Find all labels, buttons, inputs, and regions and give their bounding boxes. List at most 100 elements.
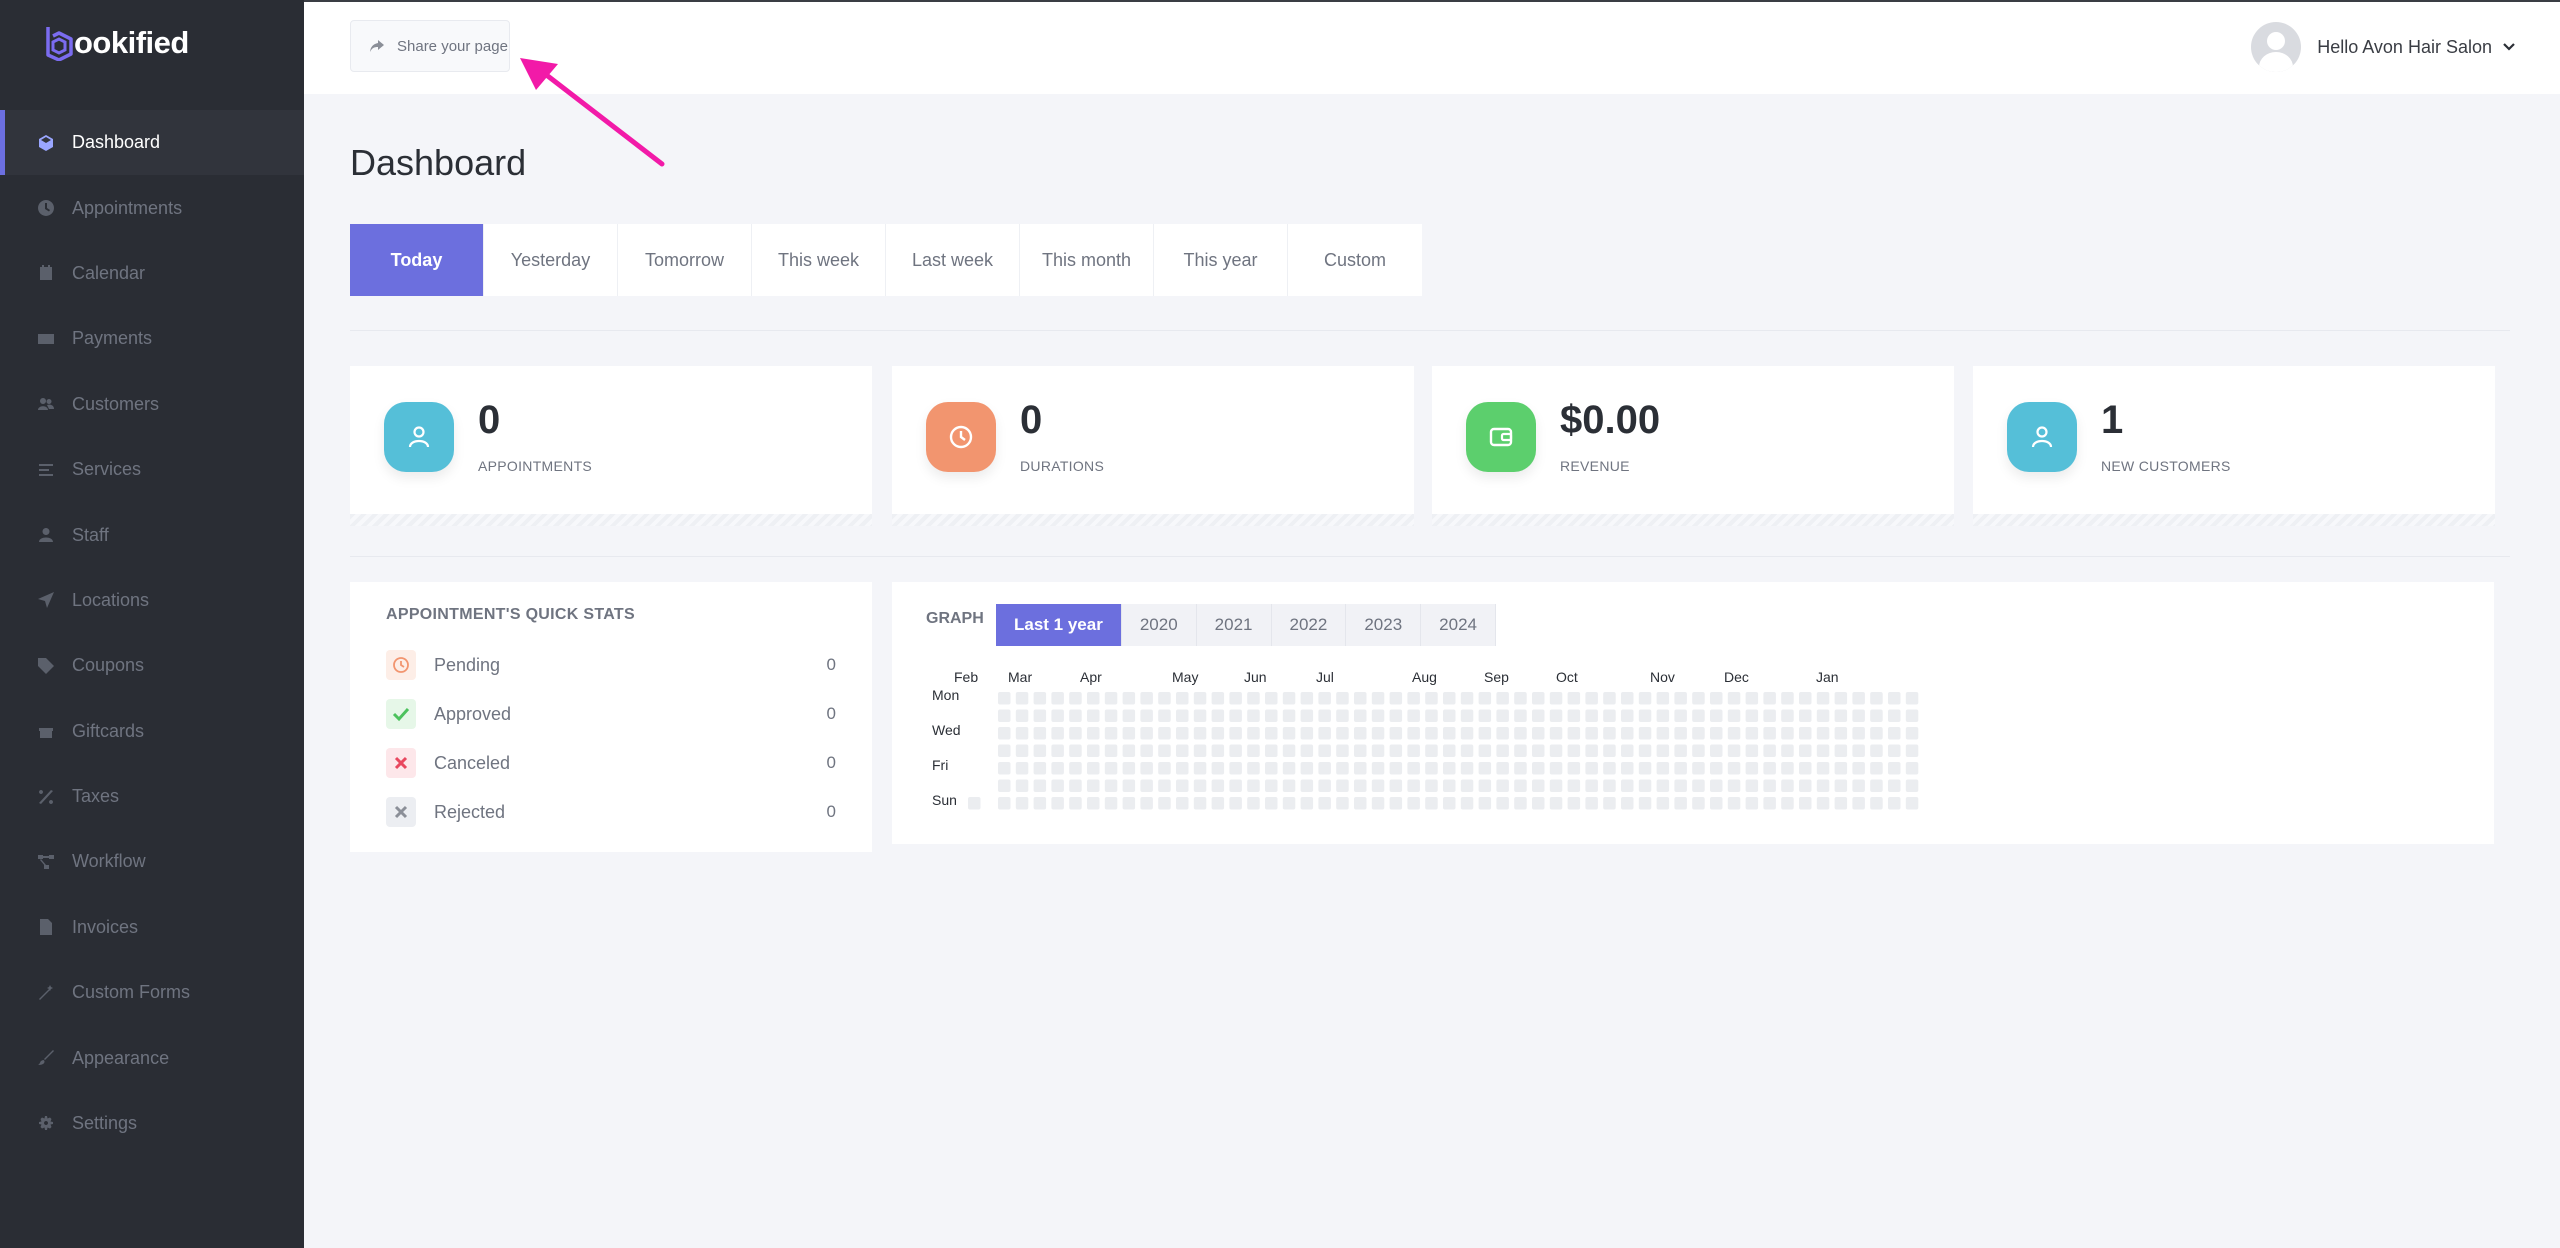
heatmap-cell[interactable]	[1104, 692, 1118, 705]
heatmap-cell[interactable]	[1282, 797, 1296, 810]
heatmap-cell[interactable]	[1638, 779, 1652, 793]
heatmap-cell[interactable]	[1638, 797, 1652, 810]
heatmap-cell[interactable]	[1621, 709, 1634, 723]
heatmap-cell[interactable]	[1318, 744, 1331, 758]
sidebar-item-giftcards[interactable]: Giftcards	[0, 699, 304, 764]
heatmap-cell[interactable]	[1674, 762, 1687, 775]
heatmap-cell[interactable]	[1460, 709, 1474, 723]
heatmap-cell[interactable]	[1692, 709, 1705, 723]
heatmap-cell[interactable]	[1300, 779, 1314, 793]
heatmap-cell[interactable]	[1674, 692, 1687, 705]
heatmap-cell[interactable]	[1514, 762, 1527, 775]
heatmap-cell[interactable]	[1122, 727, 1136, 740]
heatmap-cell[interactable]	[1425, 727, 1438, 740]
heatmap-cell[interactable]	[1193, 727, 1207, 740]
heatmap-cell[interactable]	[1354, 797, 1367, 810]
heatmap-cell[interactable]	[1087, 692, 1100, 705]
heatmap-cell[interactable]	[1193, 797, 1207, 810]
heatmap-cell[interactable]	[1603, 727, 1616, 740]
heatmap-cell[interactable]	[1549, 762, 1563, 775]
heatmap-cell[interactable]	[1300, 692, 1314, 705]
heatmap-cell[interactable]	[1638, 709, 1652, 723]
heatmap-cell[interactable]	[1852, 744, 1865, 758]
heatmap-cell[interactable]	[1104, 709, 1118, 723]
heatmap-cell[interactable]	[1549, 727, 1563, 740]
heatmap-cell[interactable]	[1496, 762, 1509, 775]
heatmap-cell[interactable]	[1603, 779, 1616, 793]
heatmap-cell[interactable]	[1870, 727, 1883, 740]
heatmap-cell[interactable]	[1122, 779, 1136, 793]
heatmap-cell[interactable]	[1069, 727, 1082, 740]
heatmap-cell[interactable]	[1496, 692, 1509, 705]
heatmap-cell[interactable]	[1888, 727, 1901, 740]
heatmap-cell[interactable]	[1549, 692, 1563, 705]
heatmap-cell[interactable]	[1336, 727, 1349, 740]
heatmap-cell[interactable]	[1496, 744, 1509, 758]
heatmap-cell[interactable]	[1247, 744, 1260, 758]
heatmap-cell[interactable]	[1603, 692, 1616, 705]
heatmap-cell[interactable]	[1371, 744, 1385, 758]
heatmap-cell[interactable]	[1727, 762, 1741, 775]
heatmap-cell[interactable]	[1745, 727, 1759, 740]
heatmap-cell[interactable]	[1087, 744, 1100, 758]
heatmap-cell[interactable]	[1087, 779, 1100, 793]
heatmap-cell[interactable]	[1211, 779, 1225, 793]
heatmap-cell[interactable]	[1425, 744, 1438, 758]
heatmap-cell[interactable]	[1834, 709, 1848, 723]
heatmap-cell[interactable]	[1140, 744, 1153, 758]
heatmap-cell[interactable]	[1229, 744, 1242, 758]
heatmap-cell[interactable]	[1692, 727, 1705, 740]
heatmap-cell[interactable]	[1265, 779, 1278, 793]
heatmap-cell[interactable]	[1051, 744, 1064, 758]
heatmap-cell[interactable]	[1354, 709, 1367, 723]
heatmap-cell[interactable]	[1585, 692, 1598, 705]
heatmap-cell[interactable]	[1478, 797, 1492, 810]
heatmap-cell[interactable]	[1567, 727, 1581, 740]
heatmap-cell[interactable]	[1069, 744, 1082, 758]
heatmap-cell[interactable]	[1585, 797, 1598, 810]
heatmap-cell[interactable]	[1870, 797, 1883, 810]
heatmap-cell[interactable]	[1763, 762, 1776, 775]
heatmap-cell[interactable]	[1763, 692, 1776, 705]
heatmap-cell[interactable]	[1318, 727, 1331, 740]
heatmap-cell[interactable]	[1158, 692, 1171, 705]
heatmap-cell[interactable]	[1870, 762, 1883, 775]
heatmap-cell[interactable]	[1621, 727, 1634, 740]
heatmap-cell[interactable]	[1407, 779, 1420, 793]
heatmap-cell[interactable]	[1407, 692, 1420, 705]
heatmap-cell[interactable]	[1015, 779, 1029, 793]
heatmap-cell[interactable]	[1282, 744, 1296, 758]
sidebar-item-coupons[interactable]: Coupons	[0, 633, 304, 698]
heatmap-cell[interactable]	[1140, 762, 1153, 775]
sidebar-item-appointments[interactable]: Appointments	[0, 175, 304, 240]
heatmap-cell[interactable]	[1852, 727, 1865, 740]
heatmap-cell[interactable]	[1852, 797, 1865, 810]
heatmap-cell[interactable]	[1282, 762, 1296, 775]
heatmap-cell[interactable]	[1745, 692, 1759, 705]
heatmap-cell[interactable]	[1905, 727, 1919, 740]
heatmap-cell[interactable]	[1549, 797, 1563, 810]
heatmap-cell[interactable]	[1496, 709, 1509, 723]
heatmap-cell[interactable]	[1300, 709, 1314, 723]
heatmap-cell[interactable]	[1389, 709, 1403, 723]
heatmap-cell[interactable]	[1781, 727, 1794, 740]
heatmap-cell[interactable]	[1585, 779, 1598, 793]
heatmap-cell[interactable]	[1727, 779, 1741, 793]
heatmap-cell[interactable]	[1710, 709, 1723, 723]
heatmap-cell[interactable]	[1514, 727, 1527, 740]
heatmap-cell[interactable]	[1354, 744, 1367, 758]
heatmap-cell[interactable]	[1745, 762, 1759, 775]
heatmap-cell[interactable]	[1069, 797, 1082, 810]
heatmap-cell[interactable]	[1336, 709, 1349, 723]
heatmap-cell[interactable]	[1122, 709, 1136, 723]
heatmap-cell[interactable]	[1122, 797, 1136, 810]
heatmap-cell[interactable]	[1460, 797, 1474, 810]
heatmap-cell[interactable]	[1727, 692, 1741, 705]
heatmap-cell[interactable]	[1799, 727, 1812, 740]
heatmap-cell[interactable]	[1478, 692, 1492, 705]
heatmap-cell[interactable]	[1336, 692, 1349, 705]
heatmap-cell[interactable]	[1745, 797, 1759, 810]
tab-tomorrow[interactable]: Tomorrow	[618, 224, 752, 296]
heatmap-cell[interactable]	[1603, 797, 1616, 810]
sidebar-item-custom-forms[interactable]: Custom Forms	[0, 960, 304, 1025]
